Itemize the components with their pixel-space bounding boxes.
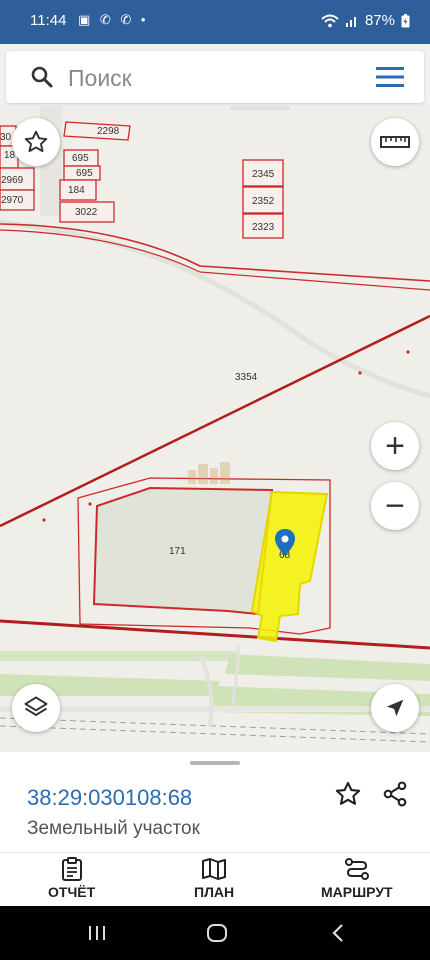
battery-charging-icon <box>401 13 410 27</box>
clipboard-icon <box>61 857 82 881</box>
search-icon[interactable] <box>30 65 54 89</box>
parcel-label-30: 30 <box>0 132 12 143</box>
map-view[interactable]: 2298 695 695 184 2969 2970 3022 2345 235… <box>0 106 430 758</box>
nav-report-label: ОТЧЁТ <box>48 884 96 900</box>
map-canvas[interactable]: 2298 695 695 184 2969 2970 3022 2345 235… <box>0 106 430 758</box>
layers-button[interactable] <box>12 684 60 732</box>
parcel-info-panel[interactable]: 38:29:030108:68 Земельный участок <box>0 752 430 852</box>
minus-icon: − <box>385 487 405 525</box>
wifi-icon <box>321 14 339 27</box>
signal-icon <box>345 16 356 27</box>
star-outline-icon <box>24 130 48 153</box>
ruler-icon <box>380 136 410 148</box>
recents-icon[interactable] <box>86 922 108 944</box>
status-time: 11:44 <box>30 12 67 29</box>
back-icon[interactable] <box>328 922 350 944</box>
favorite-map-button[interactable] <box>12 118 60 166</box>
nav-plan-label: ПЛАН <box>194 884 235 900</box>
plus-icon: + <box>385 427 405 465</box>
navigation-arrow-icon <box>386 699 404 717</box>
parcel-label-2323: 2323 <box>252 222 275 233</box>
nav-plan[interactable]: ПЛАН <box>194 857 234 900</box>
favorite-star-icon[interactable] <box>334 780 362 808</box>
system-nav-bar <box>0 906 430 960</box>
bottom-nav: ОТЧЁТ ПЛАН МАРШРУТ <box>0 852 430 906</box>
parcel-label-184: 184 <box>68 185 85 196</box>
status-right: 87% <box>321 12 410 29</box>
layers-icon <box>24 696 48 716</box>
home-icon[interactable] <box>206 922 228 944</box>
parcel-label-3022: 3022 <box>75 207 98 218</box>
parcel-label-695b: 695 <box>76 168 93 179</box>
nav-report[interactable]: ОТЧЁТ <box>48 857 95 900</box>
parcel-label-695a: 695 <box>72 153 89 164</box>
search-placeholder[interactable]: Поиск <box>68 65 132 92</box>
locate-me-button[interactable] <box>371 684 419 732</box>
search-bar[interactable]: Поиск <box>6 51 424 103</box>
parcel-label-2352: 2352 <box>252 196 275 207</box>
battery-percent: 87% <box>364 12 395 29</box>
parcel-label-3354: 3354 <box>235 372 258 383</box>
route-icon <box>344 858 369 880</box>
cadastral-number[interactable]: 38:29:030108:68 <box>27 785 192 811</box>
zoom-in-button[interactable]: + <box>371 422 419 470</box>
drag-handle[interactable] <box>190 761 240 765</box>
status-bar: 11:44 ▣ ✆ ✆ • 87% <box>0 0 430 44</box>
map-icon <box>202 858 227 880</box>
hamburger-menu-icon[interactable] <box>376 67 404 87</box>
parcel-type: Земельный участок <box>27 818 200 839</box>
nav-route-label: МАРШРУТ <box>321 884 393 900</box>
notification-icons: ▣ ✆ ✆ • <box>78 12 149 27</box>
parcel-label-2298: 2298 <box>97 126 120 137</box>
parcel-label-2970: 2970 <box>1 195 24 206</box>
parcel-label-2345: 2345 <box>252 169 275 180</box>
parcel-label-171: 171 <box>169 546 186 557</box>
share-icon[interactable] <box>381 780 409 808</box>
search-header: Поиск <box>0 44 430 106</box>
ruler-button[interactable] <box>371 118 419 166</box>
parcel-label-2969: 2969 <box>1 175 24 186</box>
nav-route[interactable]: МАРШРУТ <box>321 857 393 900</box>
zoom-out-button[interactable]: − <box>371 482 419 530</box>
app-root: 11:44 ▣ ✆ ✆ • 87% Поиск 2298 695 695 184… <box>0 0 430 960</box>
